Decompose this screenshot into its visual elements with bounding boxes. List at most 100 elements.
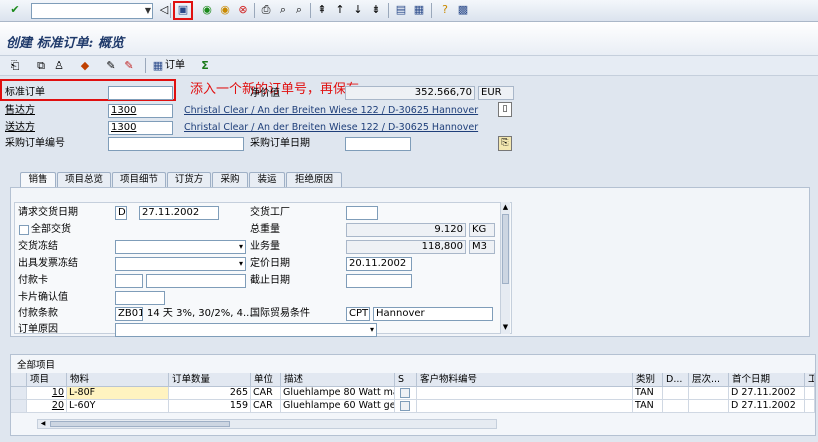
row-selector[interactable] <box>11 387 27 400</box>
row2-item[interactable]: 20 <box>27 400 67 413</box>
col-first-date[interactable]: 首个日期 <box>729 373 805 387</box>
row2-hierarchy[interactable] <box>689 400 729 413</box>
col-plant[interactable]: 工 <box>805 373 815 387</box>
row2-desc[interactable]: Gluehlampe 60 Watt gelb... <box>281 400 395 413</box>
display-doc-flow-icon[interactable]: ⎗ <box>8 59 22 73</box>
find-next-icon[interactable]: ⌕ <box>292 3 306 17</box>
complete-deliv-checkbox[interactable] <box>19 225 29 235</box>
header-detail-icon[interactable]: ⧉ <box>34 59 48 73</box>
tab-ordering-party[interactable]: 订货方 <box>167 172 211 187</box>
tab-item-detail[interactable]: 项目细节 <box>112 172 166 187</box>
incoterms-code-input[interactable]: CPT <box>346 307 370 321</box>
col-customer-material[interactable]: 客户物料编号 <box>417 373 633 387</box>
tab-procurement[interactable]: 采购 <box>212 172 248 187</box>
col-order-qty[interactable]: 订单数量 <box>169 373 251 387</box>
new-session-icon[interactable]: ▤ <box>394 3 408 17</box>
scroll-left-icon[interactable]: ◀ <box>38 420 48 428</box>
command-field[interactable]: ▼ <box>31 3 153 19</box>
tab-sales[interactable]: 销售 <box>20 172 56 187</box>
row1-item[interactable]: 10 <box>27 387 67 400</box>
sales-vertical-scrollbar[interactable]: ▲ ▼ <box>500 202 510 334</box>
incoterms-place-input[interactable]: Hannover <box>373 307 493 321</box>
row2-qty[interactable]: 159 <box>169 400 251 413</box>
back-icon[interactable]: ◉ <box>200 3 214 17</box>
layout-icon[interactable]: ▩ <box>456 3 470 17</box>
scroll-down-icon[interactable]: ▼ <box>501 322 510 332</box>
order-list-icon[interactable]: ▦ <box>151 59 165 73</box>
row1-plant[interactable] <box>805 387 815 400</box>
ship-to-input[interactable]: 1300 <box>108 121 173 135</box>
h-scroll-thumb[interactable] <box>50 421 230 427</box>
row2-first-date[interactable]: D 27.11.2002 <box>729 400 805 413</box>
cancel-icon[interactable]: ⊗ <box>236 3 250 17</box>
po-number-input[interactable] <box>108 137 244 151</box>
tab-item-overview[interactable]: 项目总览 <box>57 172 111 187</box>
tab-shipping[interactable]: 装运 <box>249 172 285 187</box>
row1-material[interactable]: L-80F <box>67 387 169 400</box>
col-category[interactable]: 类别 <box>633 373 663 387</box>
save-icon[interactable]: ▣ <box>176 3 190 17</box>
col-s[interactable]: S <box>395 373 417 387</box>
std-order-input[interactable] <box>108 86 173 100</box>
row1-unit[interactable]: CAR <box>251 387 281 400</box>
row1-s-checkbox[interactable] <box>400 388 410 398</box>
deliv-block-select[interactable] <box>115 240 246 254</box>
scroll-thumb[interactable] <box>502 214 509 284</box>
pricing-date-input[interactable]: 20.11.2002 <box>346 257 412 271</box>
po-detail-icon[interactable]: ⎘ <box>498 136 512 151</box>
row1-first-date[interactable]: D 27.11.2002 <box>729 387 805 400</box>
row2-material[interactable]: L-60Y <box>67 400 169 413</box>
row1-customer-material[interactable] <box>417 387 633 400</box>
sold-to-address[interactable]: Christal Clear / An der Breiten Wiese 12… <box>184 104 478 118</box>
col-description[interactable]: 描述 <box>281 373 395 387</box>
shortcut-icon[interactable]: ▦ <box>412 3 426 17</box>
tab-rejection-reason[interactable]: 拒绝原因 <box>286 172 342 187</box>
ship-to-address[interactable]: Christal Clear / An der Breiten Wiese 12… <box>184 121 478 135</box>
chevron-down-icon[interactable]: ▼ <box>145 4 151 18</box>
next-page-icon[interactable]: ↓ <box>351 3 365 17</box>
expiry-input[interactable] <box>346 274 412 288</box>
col-material[interactable]: 物料 <box>67 373 169 387</box>
scroll-up-icon[interactable]: ▲ <box>501 202 510 212</box>
col-d[interactable]: D... <box>663 373 689 387</box>
row2-d[interactable] <box>663 400 689 413</box>
row2-plant[interactable] <box>805 400 815 413</box>
row1-d[interactable] <box>663 387 689 400</box>
last-page-icon[interactable]: ⇟ <box>369 3 383 17</box>
row2-category[interactable]: TAN <box>633 400 663 413</box>
row1-category[interactable]: TAN <box>633 387 663 400</box>
row1-hierarchy[interactable] <box>689 387 729 400</box>
order-button[interactable]: 订单 <box>165 59 185 73</box>
sold-to-input[interactable]: 1300 <box>108 104 173 118</box>
payment-card-input[interactable] <box>146 274 246 288</box>
col-unit[interactable]: 单位 <box>251 373 281 387</box>
col-hierarchy[interactable]: 层次... <box>689 373 729 387</box>
exit-icon[interactable]: ◉ <box>218 3 232 17</box>
req-deliv-date-input[interactable]: 27.11.2002 <box>139 206 219 220</box>
row2-s[interactable] <box>395 400 417 413</box>
print-icon[interactable]: ⎙ <box>259 3 273 17</box>
row2-customer-material[interactable] <box>417 400 633 413</box>
first-page-icon[interactable]: ⇞ <box>315 3 329 17</box>
document-icon[interactable]: ▯ <box>498 102 512 117</box>
row-selector-header[interactable] <box>11 373 27 387</box>
create-item-icon[interactable]: ✎ <box>104 59 118 73</box>
sum-icon[interactable]: Σ <box>198 59 212 73</box>
row1-desc[interactable]: Gluehlampe 80 Watt mat... <box>281 387 395 400</box>
delete-item-icon[interactable]: ✎ <box>122 59 136 73</box>
help-icon[interactable]: ? <box>438 3 452 17</box>
analysis-icon[interactable]: ◆ <box>78 59 92 73</box>
enter-icon[interactable]: ✔ <box>8 3 22 17</box>
req-deliv-date-type[interactable]: D <box>115 206 127 220</box>
payment-card-type-input[interactable] <box>115 274 143 288</box>
po-date-input[interactable] <box>345 137 411 151</box>
payment-terms-code-input[interactable]: ZB01 <box>115 307 143 321</box>
row2-unit[interactable]: CAR <box>251 400 281 413</box>
history-back-icon[interactable]: ◁ <box>157 3 171 17</box>
row1-qty[interactable]: 265 <box>169 387 251 400</box>
col-item[interactable]: 项目 <box>27 373 67 387</box>
order-reason-select[interactable] <box>115 323 377 337</box>
deliv-plant-input[interactable] <box>346 206 378 220</box>
partner-icon[interactable]: ♙ <box>52 59 66 73</box>
row-selector[interactable] <box>11 400 27 413</box>
